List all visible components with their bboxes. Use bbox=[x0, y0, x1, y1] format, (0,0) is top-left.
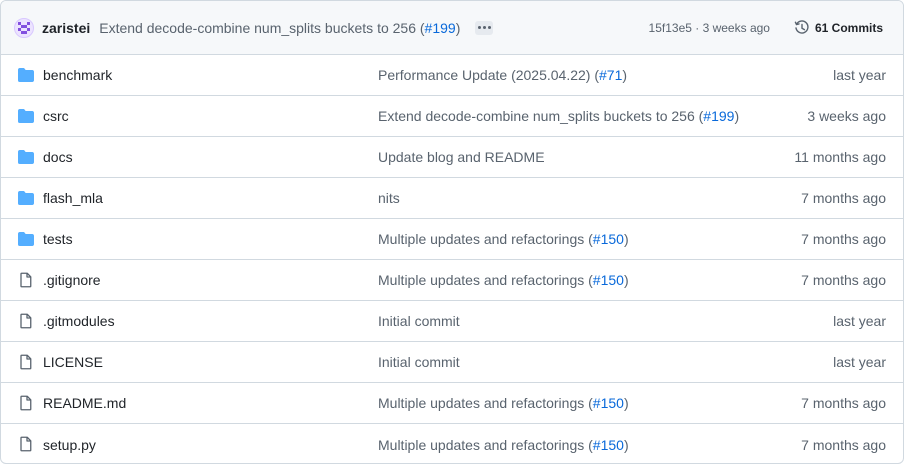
latest-commit-bar: zaristei Extend decode-combine num_split… bbox=[1, 1, 903, 55]
file-icon bbox=[18, 436, 34, 452]
file-name-link[interactable]: README.md bbox=[43, 395, 126, 411]
file-commit-message[interactable]: nits bbox=[378, 190, 400, 206]
file-row[interactable]: benchmark Performance Update (2025.04.22)… bbox=[1, 55, 903, 96]
file-name-link[interactable]: setup.py bbox=[43, 437, 96, 453]
folder-icon bbox=[18, 190, 34, 206]
file-name-link[interactable]: csrc bbox=[43, 108, 69, 124]
file-commit-date: last year bbox=[833, 313, 886, 329]
file-name-link[interactable]: docs bbox=[43, 149, 73, 165]
file-commit-message[interactable]: Multiple updates and refactorings (#150) bbox=[378, 437, 629, 453]
file-row[interactable]: .gitignore Multiple updates and refactori… bbox=[1, 260, 903, 301]
commit-pr-link[interactable]: #199 bbox=[425, 20, 456, 36]
file-commit-close: ) bbox=[622, 67, 628, 83]
file-name-link[interactable]: flash_mla bbox=[43, 190, 103, 206]
file-commit-text[interactable]: nits bbox=[378, 190, 400, 206]
file-commit-pr-link[interactable]: #150 bbox=[593, 437, 624, 453]
file-commit-text[interactable]: Multiple updates and refactorings ( bbox=[378, 437, 593, 453]
file-commit-close: ) bbox=[623, 231, 629, 247]
file-name-link[interactable]: .gitignore bbox=[43, 272, 101, 288]
file-icon bbox=[18, 354, 34, 370]
file-commit-close: ) bbox=[623, 272, 629, 288]
file-commit-date: 7 months ago bbox=[801, 272, 886, 288]
file-row[interactable]: setup.py Multiple updates and refactoring… bbox=[1, 424, 903, 463]
commits-history-button[interactable]: 61 Commits bbox=[786, 16, 891, 40]
file-commit-pr-link[interactable]: #199 bbox=[703, 108, 734, 124]
expand-commit-button[interactable] bbox=[475, 20, 494, 35]
file-row[interactable]: docs Update blog and README 11 months ago bbox=[1, 137, 903, 178]
file-commit-text[interactable]: Multiple updates and refactorings ( bbox=[378, 272, 593, 288]
file-commit-message[interactable]: Initial commit bbox=[378, 354, 460, 370]
file-row[interactable]: README.md Multiple updates and refactorin… bbox=[1, 383, 903, 424]
commit-sha-time[interactable]: 15f13e5 · 3 weeks ago bbox=[649, 21, 770, 35]
file-row[interactable]: .gitmodules Initial commit last year bbox=[1, 301, 903, 342]
file-commit-message[interactable]: Performance Update (2025.04.22) (#71) bbox=[378, 67, 627, 83]
file-commit-text[interactable]: Extend decode-combine num_splits buckets… bbox=[378, 108, 703, 124]
file-commit-text[interactable]: Initial commit bbox=[378, 354, 460, 370]
folder-icon bbox=[18, 108, 34, 124]
file-commit-text[interactable]: Multiple updates and refactorings ( bbox=[378, 395, 593, 411]
file-commit-date: 7 months ago bbox=[801, 231, 886, 247]
commits-count: 61 Commits bbox=[814, 20, 883, 35]
file-commit-close: ) bbox=[623, 436, 629, 453]
file-icon bbox=[18, 313, 34, 329]
folder-icon bbox=[18, 231, 34, 247]
file-commit-message[interactable]: Multiple updates and refactorings (#150) bbox=[378, 231, 629, 247]
file-commit-pr-link[interactable]: #150 bbox=[593, 272, 624, 288]
file-name-link[interactable]: LICENSE bbox=[43, 354, 103, 370]
file-commit-text[interactable]: Multiple updates and refactorings ( bbox=[378, 231, 593, 247]
commit-message[interactable]: Extend decode-combine num_splits buckets… bbox=[99, 20, 460, 36]
file-row[interactable]: tests Multiple updates and refactorings (… bbox=[1, 219, 903, 260]
file-icon bbox=[18, 272, 34, 288]
file-commit-message[interactable]: Extend decode-combine num_splits buckets… bbox=[378, 108, 739, 124]
file-row[interactable]: LICENSE Initial commit last year bbox=[1, 342, 903, 383]
file-row[interactable]: csrc Extend decode-combine num_splits buc… bbox=[1, 96, 903, 137]
file-commit-pr-link[interactable]: #71 bbox=[599, 67, 622, 83]
file-commit-text[interactable]: Update blog and README bbox=[378, 149, 545, 165]
file-name-link[interactable]: tests bbox=[43, 231, 73, 247]
file-commit-date: 7 months ago bbox=[801, 395, 886, 411]
file-row[interactable]: flash_mla nits 7 months ago bbox=[1, 178, 903, 219]
file-commit-date: last year bbox=[833, 354, 886, 370]
commit-message-text[interactable]: Extend decode-combine num_splits buckets… bbox=[99, 20, 424, 36]
file-browser: zaristei Extend decode-combine num_split… bbox=[0, 0, 904, 464]
file-commit-date: 11 months ago bbox=[794, 149, 886, 165]
file-icon bbox=[18, 395, 34, 411]
commit-message-close: ) bbox=[455, 19, 461, 36]
file-commit-pr-link[interactable]: #150 bbox=[593, 395, 624, 411]
folder-icon bbox=[18, 149, 34, 165]
commit-author[interactable]: zaristei bbox=[42, 20, 90, 36]
folder-icon bbox=[18, 67, 34, 83]
file-commit-close: ) bbox=[623, 395, 629, 411]
file-commit-message[interactable]: Multiple updates and refactorings (#150) bbox=[378, 395, 629, 411]
file-commit-text[interactable]: Performance Update (2025.04.22) ( bbox=[378, 67, 599, 83]
file-name-link[interactable]: benchmark bbox=[43, 67, 112, 83]
file-commit-date: 3 weeks ago bbox=[807, 108, 886, 124]
file-name-link[interactable]: .gitmodules bbox=[43, 313, 115, 329]
file-commit-date: 7 months ago bbox=[801, 190, 886, 206]
file-list: benchmark Performance Update (2025.04.22)… bbox=[1, 55, 903, 463]
history-icon bbox=[794, 19, 809, 34]
identicon-icon bbox=[18, 21, 30, 34]
commit-meta: 15f13e5 · 3 weeks ago 61 Commits bbox=[649, 16, 891, 40]
file-commit-date: last year bbox=[833, 67, 886, 83]
file-commit-message[interactable]: Initial commit bbox=[378, 313, 460, 329]
file-commit-message[interactable]: Multiple updates and refactorings (#150) bbox=[378, 272, 629, 288]
file-commit-close: ) bbox=[734, 108, 740, 124]
file-commit-message[interactable]: Update blog and README bbox=[378, 149, 545, 165]
file-commit-text[interactable]: Initial commit bbox=[378, 313, 460, 329]
author-avatar[interactable] bbox=[14, 17, 34, 38]
file-commit-date: 7 months ago bbox=[801, 436, 886, 453]
file-commit-pr-link[interactable]: #150 bbox=[593, 231, 624, 247]
